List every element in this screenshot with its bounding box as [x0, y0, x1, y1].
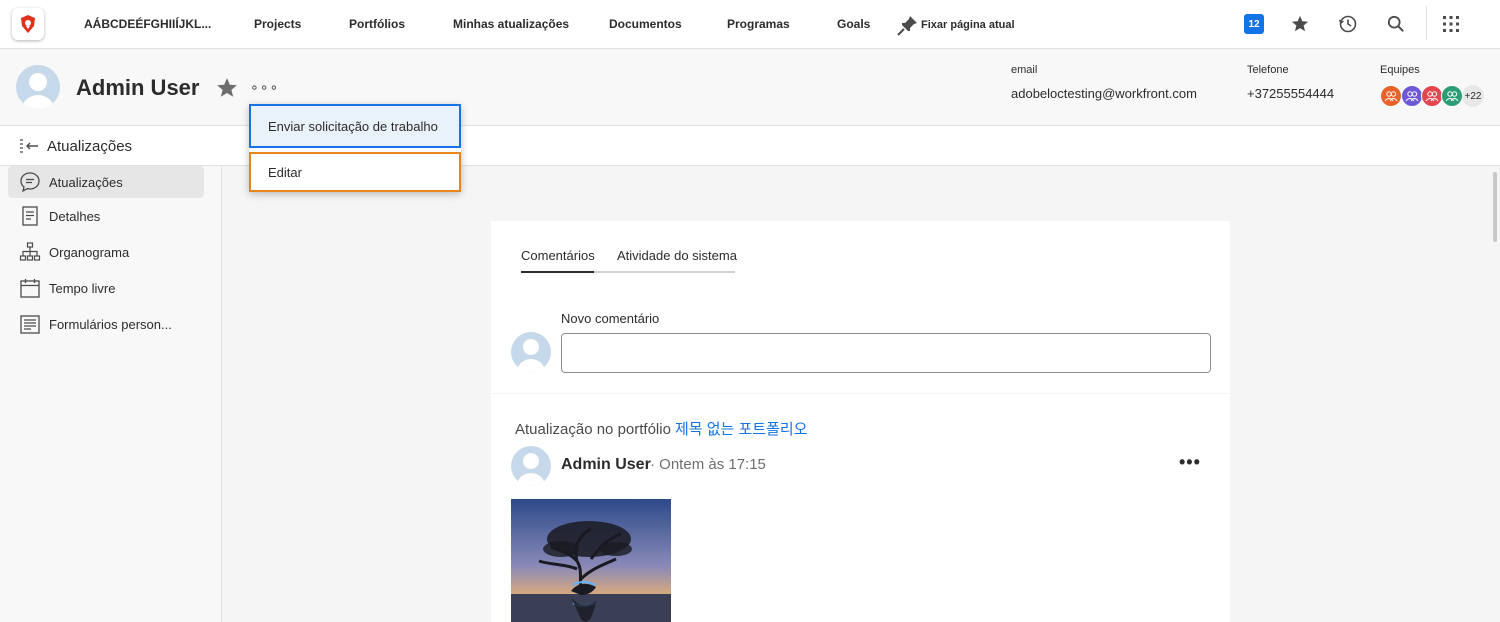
team-avatar[interactable] — [1421, 85, 1443, 107]
favorites-star-icon[interactable] — [1289, 13, 1311, 35]
menu-item-edit[interactable]: Editar — [249, 152, 461, 192]
lion-logo-icon — [21, 15, 35, 33]
post-author-name[interactable]: Admin User — [561, 456, 651, 474]
sidebar-item-label: Formulários person... — [49, 316, 172, 332]
app-launcher-grid-icon[interactable] — [1440, 13, 1462, 35]
nav-divider — [1426, 6, 1427, 40]
user-avatar — [16, 65, 60, 109]
team-group-icon — [1425, 91, 1439, 102]
email-label: email — [1011, 64, 1038, 76]
post-timestamp: · Ontem às 17:15 — [650, 456, 766, 473]
section-title: Atualizações — [47, 138, 133, 155]
nav-item-programs[interactable]: Programas — [727, 17, 790, 31]
sidebar-item-label: Organograma — [49, 244, 130, 260]
profile-header: Admin User ∘∘∘ email adobeloctesting@wor… — [0, 49, 1500, 126]
org-chart-icon — [19, 242, 41, 261]
team-avatar[interactable] — [1401, 85, 1423, 107]
comment-icon — [20, 172, 40, 193]
tab-comments[interactable]: Comentários — [521, 248, 595, 270]
vertical-scrollbar[interactable] — [1491, 166, 1500, 622]
post-time-value: Ontem às 17:15 — [659, 456, 766, 473]
commenter-avatar — [511, 332, 551, 372]
sidebar-item-label: Detalhes — [49, 208, 101, 224]
scrollbar-thumb[interactable] — [1493, 172, 1497, 242]
team-group-icon — [1384, 91, 1398, 102]
favorite-star-icon[interactable] — [216, 77, 238, 104]
sidebar-item-custom-forms[interactable]: Formulários person... — [8, 308, 204, 340]
sidebar: Atualizações Detalhes Organograma Tempo … — [0, 166, 222, 622]
active-tab-indicator — [521, 271, 594, 273]
sidebar-item-label: Tempo livre — [49, 280, 116, 296]
portfolio-link[interactable]: 제목 없는 포트폴리오 — [675, 421, 808, 438]
team-group-icon — [1445, 91, 1459, 102]
nav-item-documents[interactable]: Documentos — [609, 17, 682, 31]
new-comment-input[interactable] — [561, 333, 1211, 373]
collapse-sidebar-icon[interactable] — [19, 138, 39, 159]
sidebar-item-time-off[interactable]: Tempo livre — [8, 272, 204, 304]
more-actions-menu: Enviar solicitação de trabalho Editar — [249, 104, 461, 192]
post-more-actions-button[interactable]: ••• — [1179, 452, 1201, 473]
section-header: Atualizações — [0, 126, 1500, 166]
notification-badge[interactable]: 12 — [1244, 14, 1264, 34]
top-navigation: AÁBCDEÉFGHIIÍJKL... Projects Portfólios … — [0, 0, 1500, 49]
comment-card: Comentários Atividade do sistema Novo co… — [491, 221, 1230, 393]
teams-more-count[interactable]: +22 — [1462, 85, 1484, 107]
search-icon[interactable] — [1385, 13, 1407, 35]
email-value[interactable]: adobeloctesting@workfront.com — [1011, 86, 1197, 101]
more-actions-button[interactable]: ∘∘∘ — [250, 79, 279, 96]
sidebar-item-label: Atualizações — [49, 174, 123, 190]
pin-label: Fixar página atual — [921, 19, 1015, 31]
nav-org-name[interactable]: AÁBCDEÉFGHIIÍJKL... — [84, 17, 211, 31]
post-author-avatar — [511, 446, 551, 486]
update-type-label: Atualização no portfólio — [515, 421, 671, 438]
team-avatar[interactable] — [1380, 85, 1402, 107]
tree-photo-image — [511, 499, 671, 622]
nav-item-projects[interactable]: Projects — [254, 17, 301, 31]
new-comment-label: Novo comentário — [561, 311, 660, 326]
pin-page-button[interactable]: Fixar página atual — [897, 14, 1015, 36]
nav-item-goals[interactable]: Goals — [837, 17, 870, 31]
app-logo[interactable] — [12, 8, 44, 40]
nav-item-my-updates[interactable]: Minhas atualizações — [453, 17, 569, 31]
phone-label: Telefone — [1247, 64, 1289, 76]
post-image[interactable] — [511, 499, 671, 622]
calendar-icon — [20, 279, 40, 298]
teams-label: Equipes — [1380, 64, 1420, 76]
sidebar-item-updates[interactable]: Atualizações — [8, 166, 204, 198]
tab-system-activity[interactable]: Atividade do sistema — [617, 248, 737, 270]
menu-item-send-work-request[interactable]: Enviar solicitação de trabalho — [249, 104, 461, 148]
sidebar-item-org-chart[interactable]: Organograma — [8, 236, 204, 268]
recent-history-icon[interactable] — [1337, 13, 1359, 35]
form-icon — [20, 315, 40, 334]
team-avatar[interactable] — [1441, 85, 1463, 107]
main-content: Comentários Atividade do sistema Novo co… — [223, 166, 1490, 622]
pin-icon — [897, 16, 917, 36]
sidebar-item-details[interactable]: Detalhes — [8, 200, 204, 232]
team-group-icon — [1405, 91, 1419, 102]
nav-item-portfolios[interactable]: Portfólios — [349, 17, 405, 31]
update-title: Atualização no portfólio 제목 없는 포트폴리오 — [515, 418, 807, 439]
update-card: Atualização no portfólio 제목 없는 포트폴리오 Admi… — [491, 394, 1230, 622]
document-icon — [22, 206, 38, 226]
user-name-title: Admin User — [76, 75, 200, 100]
phone-value: +37255554444 — [1247, 86, 1335, 101]
